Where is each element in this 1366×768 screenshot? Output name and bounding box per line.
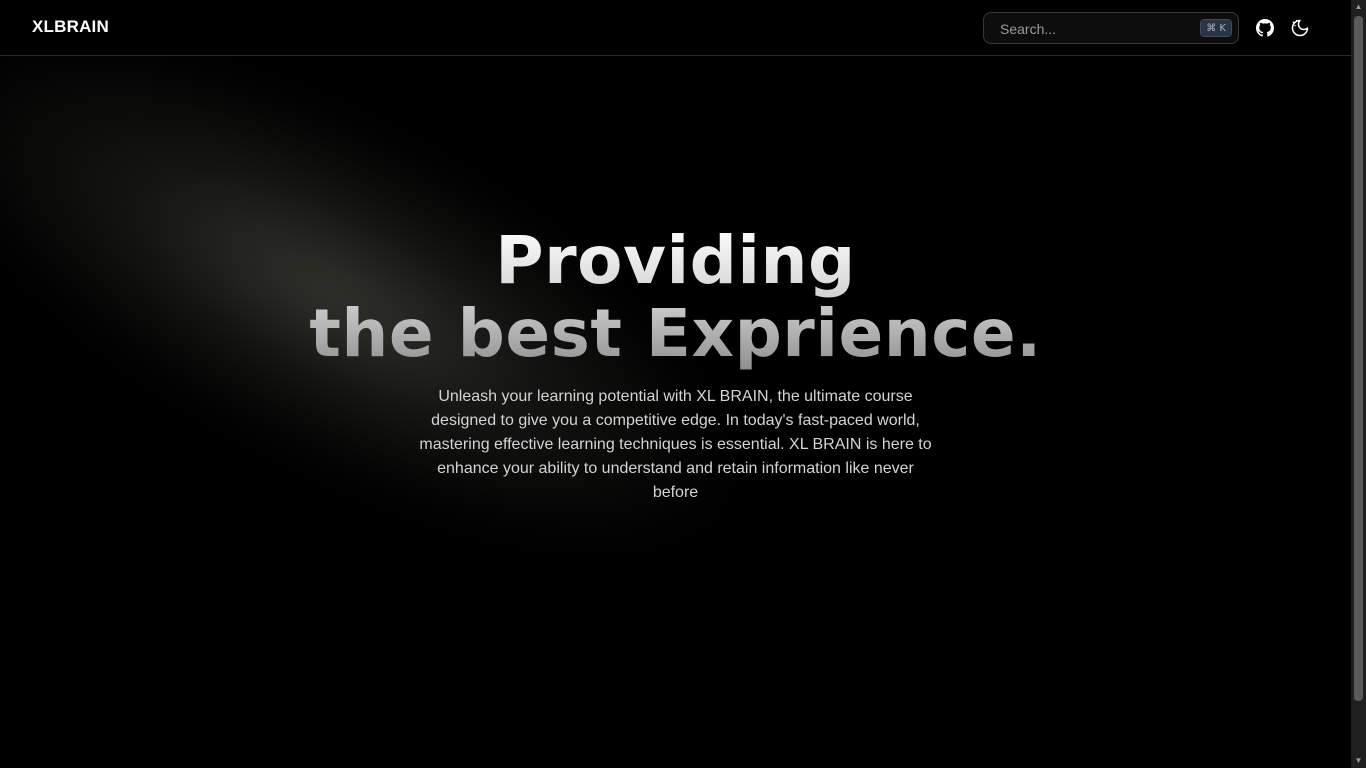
- headline-line-1: Providing: [495, 222, 856, 299]
- hero-subtitle: Unleash your learning potential with XL …: [419, 388, 932, 501]
- scroll-down-arrow-icon[interactable]: ▼: [1351, 754, 1366, 768]
- scrollbar-thumb[interactable]: [1354, 16, 1363, 701]
- top-navbar: XLBRAIN ⌘ K: [0, 0, 1351, 56]
- scroll-up-arrow-icon[interactable]: ▲: [1351, 0, 1366, 14]
- search-input[interactable]: [984, 13, 1212, 45]
- hero-section: Providing the best Exprience. Unleash yo…: [0, 224, 1351, 505]
- hero-headline: Providing the best Exprience.: [0, 224, 1351, 370]
- search-shortcut-badge: ⌘ K: [1200, 19, 1232, 37]
- moon-stars-icon: [1291, 19, 1309, 37]
- github-icon: [1256, 19, 1274, 37]
- headline-line-2: the best Exprience.: [309, 295, 1042, 372]
- search-box[interactable]: ⌘ K: [983, 12, 1239, 45]
- site-logo[interactable]: XLBRAIN: [32, 17, 109, 37]
- github-link[interactable]: [1254, 17, 1276, 39]
- page: XLBRAIN ⌘ K Providing the best Exprience…: [0, 0, 1351, 768]
- page-scrollbar[interactable]: ▲ ▼: [1351, 0, 1366, 768]
- theme-toggle-button[interactable]: [1289, 17, 1311, 39]
